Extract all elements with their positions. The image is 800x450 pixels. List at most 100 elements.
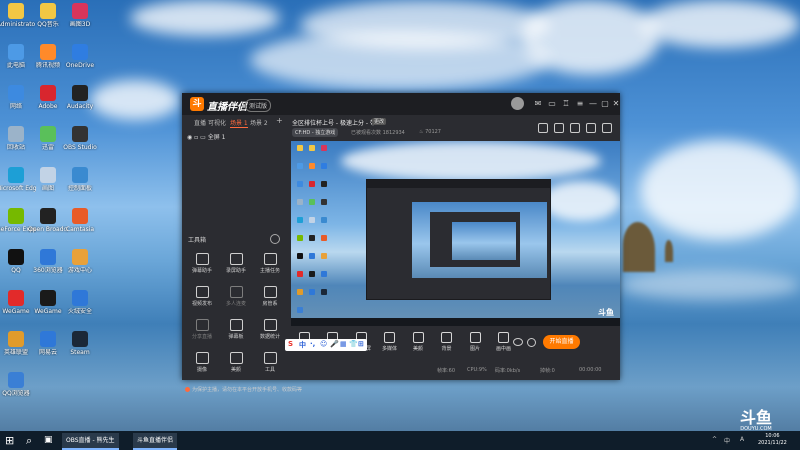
desktop-icon[interactable]: 火绒安全	[60, 290, 100, 315]
tool-item[interactable]: 美颜	[219, 352, 253, 373]
toolbox-toggle[interactable]	[270, 234, 280, 244]
tool-item[interactable]: 主播任务	[253, 253, 287, 274]
tool-item[interactable]: 分享直播	[185, 319, 219, 340]
edit-title-button[interactable]: 更改	[372, 118, 387, 125]
screen-icon[interactable]: ▭	[546, 98, 558, 110]
tool-item[interactable]: 弹幕板	[219, 319, 253, 340]
onedrive-icon	[72, 44, 88, 60]
start-button[interactable]: ⊞	[5, 435, 14, 446]
desktop-icon-label: OneDrive	[65, 62, 95, 69]
preview-onedrive-icon	[321, 163, 327, 169]
source-button[interactable]: 多媒体	[374, 332, 406, 352]
ime-mode[interactable]: 中	[299, 340, 306, 350]
scene-item-label: 全屏 1	[207, 134, 226, 141]
source-label: 美颜	[412, 346, 423, 352]
ime-mic-icon[interactable]: 🎤	[330, 340, 339, 348]
tab-live[interactable]: 直播	[194, 118, 206, 127]
tab-scene-1[interactable]: 场景 1	[230, 118, 248, 128]
source-button[interactable]: 背景	[431, 332, 463, 352]
nested-window-2	[430, 212, 520, 267]
desktop-icon[interactable]: OneDrive	[60, 44, 100, 69]
message-icon[interactable]: ✉	[532, 98, 544, 110]
tool-label: 主播任务	[259, 268, 280, 274]
tool-item[interactable]: 数据统计	[253, 319, 287, 340]
tab-scene-2[interactable]: 场景 2	[250, 118, 268, 127]
desktop-icon[interactable]: Audacity	[60, 85, 100, 110]
browser-icon	[40, 249, 56, 265]
preview-eye-icon[interactable]	[513, 338, 523, 346]
bell-icon[interactable]	[586, 123, 596, 133]
sky-cloud	[250, 30, 550, 90]
tool-item[interactable]: 工具	[253, 352, 287, 373]
ime-tools-icon[interactable]: ⊞	[358, 340, 364, 348]
lock-room-icon[interactable]	[554, 123, 564, 133]
desktop-icon[interactable]: 控制面板	[60, 167, 100, 192]
desktop-icon-label: 控制面板	[67, 185, 92, 192]
stat-fps: 帧率:60	[437, 368, 456, 374]
settings-icon[interactable]	[527, 338, 536, 347]
clock[interactable]: 10:06 2021/11/22	[758, 433, 787, 447]
sky-cloud	[90, 80, 180, 120]
preview-qq-music-icon	[309, 145, 315, 151]
tool-item[interactable]: 录屏助手	[219, 253, 253, 274]
ime-punct-icon[interactable]: ·,	[310, 340, 315, 348]
eye-icon[interactable]: ◉	[187, 134, 192, 141]
taskbar-douyu[interactable]: 斗鱼直播伴侣	[133, 433, 178, 450]
source-button[interactable]: 图片	[459, 332, 491, 352]
desktop-icon-label: Audacity	[66, 103, 94, 110]
tab-visual[interactable]: 可视化	[208, 118, 226, 127]
preview-tencent-video-icon	[309, 163, 315, 169]
screen-rec-icon[interactable]	[570, 123, 580, 133]
ime-skin-icon[interactable]: 👕	[349, 340, 358, 348]
stream-preview[interactable]: 斗鱼	[291, 141, 620, 326]
ime-emoji-icon[interactable]: ☺	[320, 340, 327, 348]
avatar[interactable]	[511, 97, 524, 110]
start-live-button[interactable]: 开始直播	[543, 335, 580, 349]
tool-item[interactable]: 视频发布	[185, 286, 219, 307]
status-bar: 帧率:60 CPU:9% 码率:0kb/s 掉帧:0 00:00:00	[289, 367, 620, 377]
preview-netease-icon	[309, 289, 315, 295]
category-pill[interactable]: CF:HD - 独立游戏	[292, 128, 339, 137]
desktop-icon[interactable]: Camtasia	[60, 208, 100, 233]
preview-taskbar	[291, 318, 620, 326]
sogou-logo-icon: S	[288, 340, 294, 348]
shirt-icon[interactable]: ♖	[560, 98, 572, 110]
tray-ime[interactable]: 中	[724, 436, 730, 445]
nested-titlebar	[367, 180, 550, 188]
preview-cloud	[541, 181, 620, 221]
gift-icon[interactable]	[538, 123, 548, 133]
desktop-icon[interactable]: QQ浏览器	[0, 372, 36, 397]
search-icon[interactable]: ⌕	[26, 435, 32, 446]
desktop-icon[interactable]: OBS Studio	[60, 126, 100, 151]
add-scene-button[interactable]: +	[276, 116, 283, 125]
ime-keyboard-icon[interactable]: ▦	[340, 340, 347, 348]
preview-network-icon	[297, 181, 303, 187]
source-button[interactable]: 美颜	[402, 332, 434, 352]
desktop-icon[interactable]: Steam	[60, 331, 100, 356]
taskbar-obs[interactable]: OBS直播 - 熊先生	[62, 433, 119, 450]
desktop-icon[interactable]: 游戏中心	[60, 249, 100, 274]
tool-label: 数据统计	[259, 334, 280, 340]
tool-item[interactable]: 房管系	[253, 286, 287, 307]
menu-icon[interactable]: ≡	[574, 98, 586, 110]
tray-lang[interactable]: A	[740, 436, 744, 443]
tool-label: 分享直播	[191, 334, 212, 340]
source-label: 图片	[469, 346, 480, 352]
nested-preview-2	[452, 222, 516, 260]
minimize-icon[interactable]: —	[587, 98, 599, 110]
task-view-icon[interactable]: ▣	[44, 435, 53, 446]
stat-dropped: 掉帧:0	[540, 368, 555, 374]
share-icon[interactable]	[602, 123, 612, 133]
close-icon[interactable]: ✕	[610, 98, 622, 110]
control-panel-icon	[72, 167, 88, 183]
ime-toolbar[interactable]: S 中 ·, ☺ 🎤 ▦ 👕 ⊞	[285, 339, 367, 351]
tool-item[interactable]: 弹幕助手	[185, 253, 219, 274]
tool-item[interactable]: 多人连麦	[219, 286, 253, 307]
desktop-icon[interactable]: 画图3D	[60, 3, 100, 28]
preview-security-icon	[321, 271, 327, 277]
tool-item[interactable]: 摄像	[185, 352, 219, 373]
scene-item[interactable]: ◉ ▫ ▭ 全屏 1	[187, 132, 226, 141]
lock-icon[interactable]: ▫	[194, 134, 198, 141]
room-title[interactable]: 全区排位杯上号 - 极速上分 - 带	[292, 118, 376, 127]
tray-expand-icon[interactable]: ^	[712, 436, 717, 443]
